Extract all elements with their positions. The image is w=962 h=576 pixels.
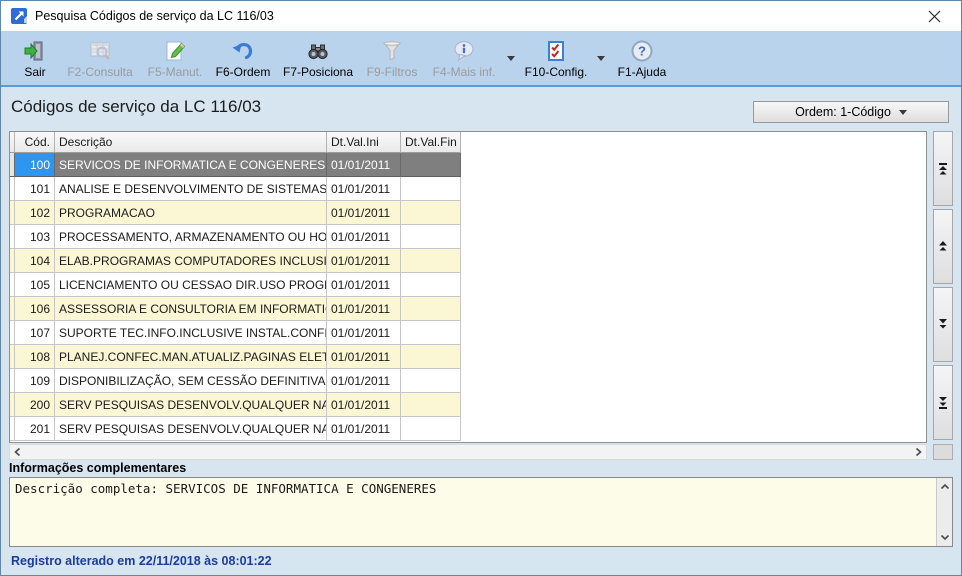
toolbar-label: F5-Manut. bbox=[147, 65, 203, 79]
toolbar-label: F7-Posiciona bbox=[282, 65, 354, 79]
chevron-down-icon bbox=[898, 109, 907, 115]
svg-text:?: ? bbox=[638, 44, 646, 59]
undo-arrow-icon bbox=[231, 37, 255, 63]
prior-page-button[interactable] bbox=[933, 209, 953, 284]
mais-inf-dropdown-caret[interactable] bbox=[503, 32, 519, 84]
info-panel-text: Descrição completa: SERVICOS DE INFORMAT… bbox=[15, 481, 437, 496]
toolbar-label: F6-Ordem bbox=[215, 65, 271, 79]
scroll-left-icon[interactable] bbox=[10, 445, 26, 459]
page-down-icon bbox=[939, 319, 947, 329]
first-record-button[interactable] bbox=[933, 131, 953, 206]
toolbar-label: F2-Consulta bbox=[67, 65, 133, 79]
info-balloon-icon bbox=[452, 37, 476, 63]
toolbar-button-sair[interactable]: Sair bbox=[11, 32, 59, 84]
table-row[interactable]: 103 PROCESSAMENTO, ARMAZENAMENTO OU HOSP… bbox=[10, 225, 463, 249]
page-title: Códigos de serviço da LC 116/03 bbox=[11, 97, 262, 116]
column-header-descricao[interactable]: Descrição bbox=[55, 132, 327, 153]
info-panel[interactable]: Descrição completa: SERVICOS DE INFORMAT… bbox=[9, 477, 953, 547]
toolbar-button-f9-filtros[interactable]: F9-Filtros bbox=[359, 32, 425, 84]
toolbar-button-f7-posiciona[interactable]: F7-Posiciona bbox=[277, 32, 359, 84]
binoculars-icon bbox=[306, 37, 330, 63]
help-icon: ? bbox=[630, 37, 654, 63]
table-row[interactable]: 106 ASSESSORIA E CONSULTORIA EM INFORMAT… bbox=[10, 297, 463, 321]
close-button[interactable] bbox=[915, 1, 953, 31]
exit-door-icon bbox=[23, 37, 47, 63]
chevron-down-icon bbox=[507, 55, 515, 61]
toolbar-label: Sair bbox=[24, 65, 46, 79]
toolbar-label: F10-Config. bbox=[524, 65, 588, 79]
table-search-icon bbox=[88, 37, 112, 63]
record-navigation-column bbox=[933, 131, 953, 443]
last-record-icon bbox=[939, 396, 947, 409]
table-row[interactable]: 100 SERVICOS DE INFORMATICA E CONGENERES… bbox=[10, 153, 463, 177]
toolbar-label: F4-Mais inf. bbox=[432, 65, 496, 79]
next-page-button[interactable] bbox=[933, 287, 953, 362]
order-button[interactable]: Ordem: 1-Código bbox=[753, 101, 949, 123]
table-row[interactable]: 201 SERV PESQUISAS DESENVOLV.QUALQUER NA… bbox=[10, 417, 463, 441]
table-header-row: Cód. Descrição Dt.Val.Ini Dt.Val.Fin bbox=[10, 132, 463, 153]
toolbar-button-f5-manut[interactable]: F5-Manut. bbox=[141, 32, 209, 84]
config-dropdown-caret[interactable] bbox=[593, 32, 609, 84]
table-row[interactable]: 104 ELAB.PROGRAMAS COMPUTADORES INCLUSIV… bbox=[10, 249, 463, 273]
table-row[interactable]: 109 DISPONIBILIZAÇÃO, SEM CESSÃO DEFINIT… bbox=[10, 369, 463, 393]
title-bar: Pesquisa Códigos de serviço da LC 116/03 bbox=[1, 1, 961, 31]
chevron-down-icon bbox=[597, 55, 605, 61]
first-record-icon bbox=[939, 162, 947, 174]
service-codes-table: Cód. Descrição Dt.Val.Ini Dt.Val.Fin 100… bbox=[9, 131, 927, 443]
toolbar: Sair F2-Consulta F5-Manut. F6-Ordem F7-P… bbox=[1, 31, 961, 87]
table-row[interactable]: 200 SERV PESQUISAS DESENVOLV.QUALQUER NA… bbox=[10, 393, 463, 417]
info-panel-label: Informações complementares bbox=[9, 461, 187, 475]
app-icon bbox=[11, 8, 27, 24]
table-row[interactable]: 107 SUPORTE TEC.INFO.INCLUSIVE INSTAL.CO… bbox=[10, 321, 463, 345]
table-row[interactable]: 101 ANALISE E DESENVOLVIMENTO DE SISTEMA… bbox=[10, 177, 463, 201]
window-title: Pesquisa Códigos de serviço da LC 116/03 bbox=[35, 9, 274, 23]
page-up-icon bbox=[939, 241, 947, 251]
toolbar-label: F1-Ajuda bbox=[617, 65, 667, 79]
toolbar-label: F9-Filtros bbox=[366, 65, 418, 79]
info-vertical-scrollbar[interactable] bbox=[936, 478, 952, 546]
scrollbar-corner bbox=[933, 444, 953, 460]
last-record-button[interactable] bbox=[933, 365, 953, 440]
toolbar-button-f10-config[interactable]: F10-Config. bbox=[519, 32, 593, 84]
table-row[interactable]: 105 LICENCIAMENTO OU CESSAO DIR.USO PROG… bbox=[10, 273, 463, 297]
checklist-icon bbox=[544, 37, 568, 63]
scroll-down-icon[interactable] bbox=[938, 530, 952, 544]
toolbar-button-f1-ajuda[interactable]: ? F1-Ajuda bbox=[609, 32, 675, 84]
horizontal-scrollbar[interactable] bbox=[9, 444, 927, 460]
app-window: Pesquisa Códigos de serviço da LC 116/03… bbox=[0, 0, 962, 576]
table-row[interactable]: 108 PLANEJ.CONFEC.MAN.ATUALIZ.PAGINAS EL… bbox=[10, 345, 463, 369]
column-header-cod[interactable]: Cód. bbox=[15, 132, 55, 153]
funnel-icon bbox=[380, 37, 404, 63]
column-header-dtvalini[interactable]: Dt.Val.Ini bbox=[327, 132, 401, 153]
edit-pencil-icon bbox=[163, 37, 187, 63]
column-header-dtvalfin[interactable]: Dt.Val.Fin bbox=[401, 132, 461, 153]
table-row[interactable]: 102 PROGRAMACAO 01/01/2011 bbox=[10, 201, 463, 225]
close-icon bbox=[928, 10, 940, 22]
toolbar-button-f4-mais-inf[interactable]: F4-Mais inf. bbox=[425, 32, 503, 84]
order-button-label: Ordem: 1-Código bbox=[795, 105, 891, 119]
toolbar-button-f6-ordem[interactable]: F6-Ordem bbox=[209, 32, 277, 84]
scroll-right-icon[interactable] bbox=[910, 445, 926, 459]
status-bar-text: Registro alterado em 22/11/2018 às 08:01… bbox=[11, 554, 272, 568]
toolbar-button-f2-consulta[interactable]: F2-Consulta bbox=[59, 32, 141, 84]
scroll-up-icon[interactable] bbox=[938, 480, 952, 494]
